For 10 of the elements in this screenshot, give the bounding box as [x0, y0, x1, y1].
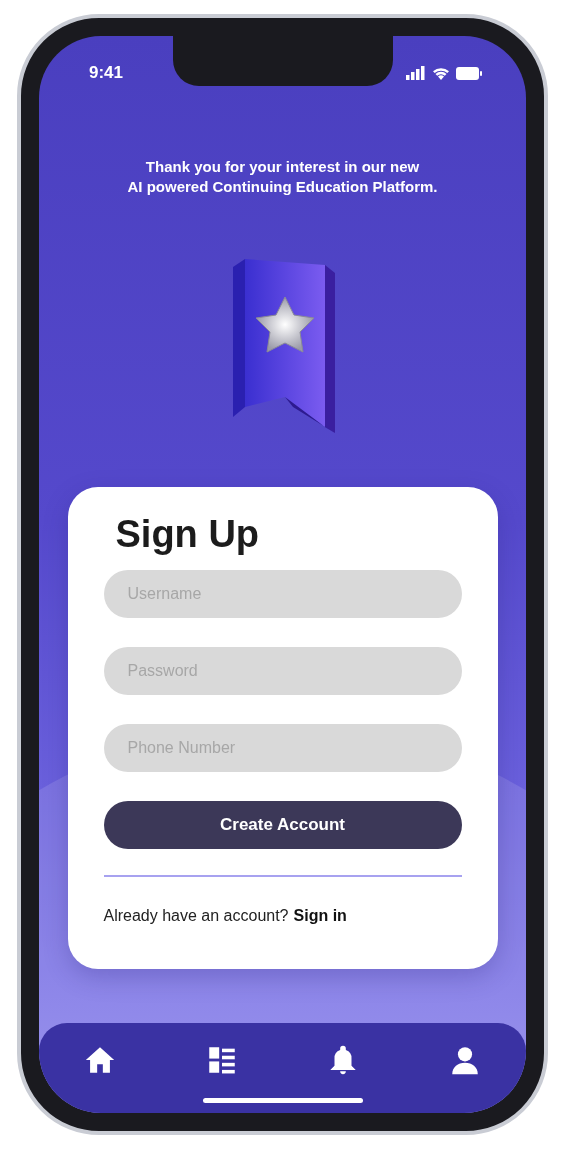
signin-prompt: Already have an account? [103, 907, 289, 925]
card-title: Sign Up [115, 513, 261, 556]
intro-text: Thank you for your interest in our new [145, 158, 420, 175]
battery-icon [456, 66, 482, 80]
signin-link[interactable]: Sign in [293, 907, 347, 925]
intro-text: AI powered Continuing Education Platform. [127, 178, 438, 195]
wifi-icon [432, 66, 450, 80]
signal-icon [406, 66, 426, 80]
status-time: 9:41 [89, 63, 124, 83]
create-account-button[interactable]: Create Account [103, 801, 462, 849]
